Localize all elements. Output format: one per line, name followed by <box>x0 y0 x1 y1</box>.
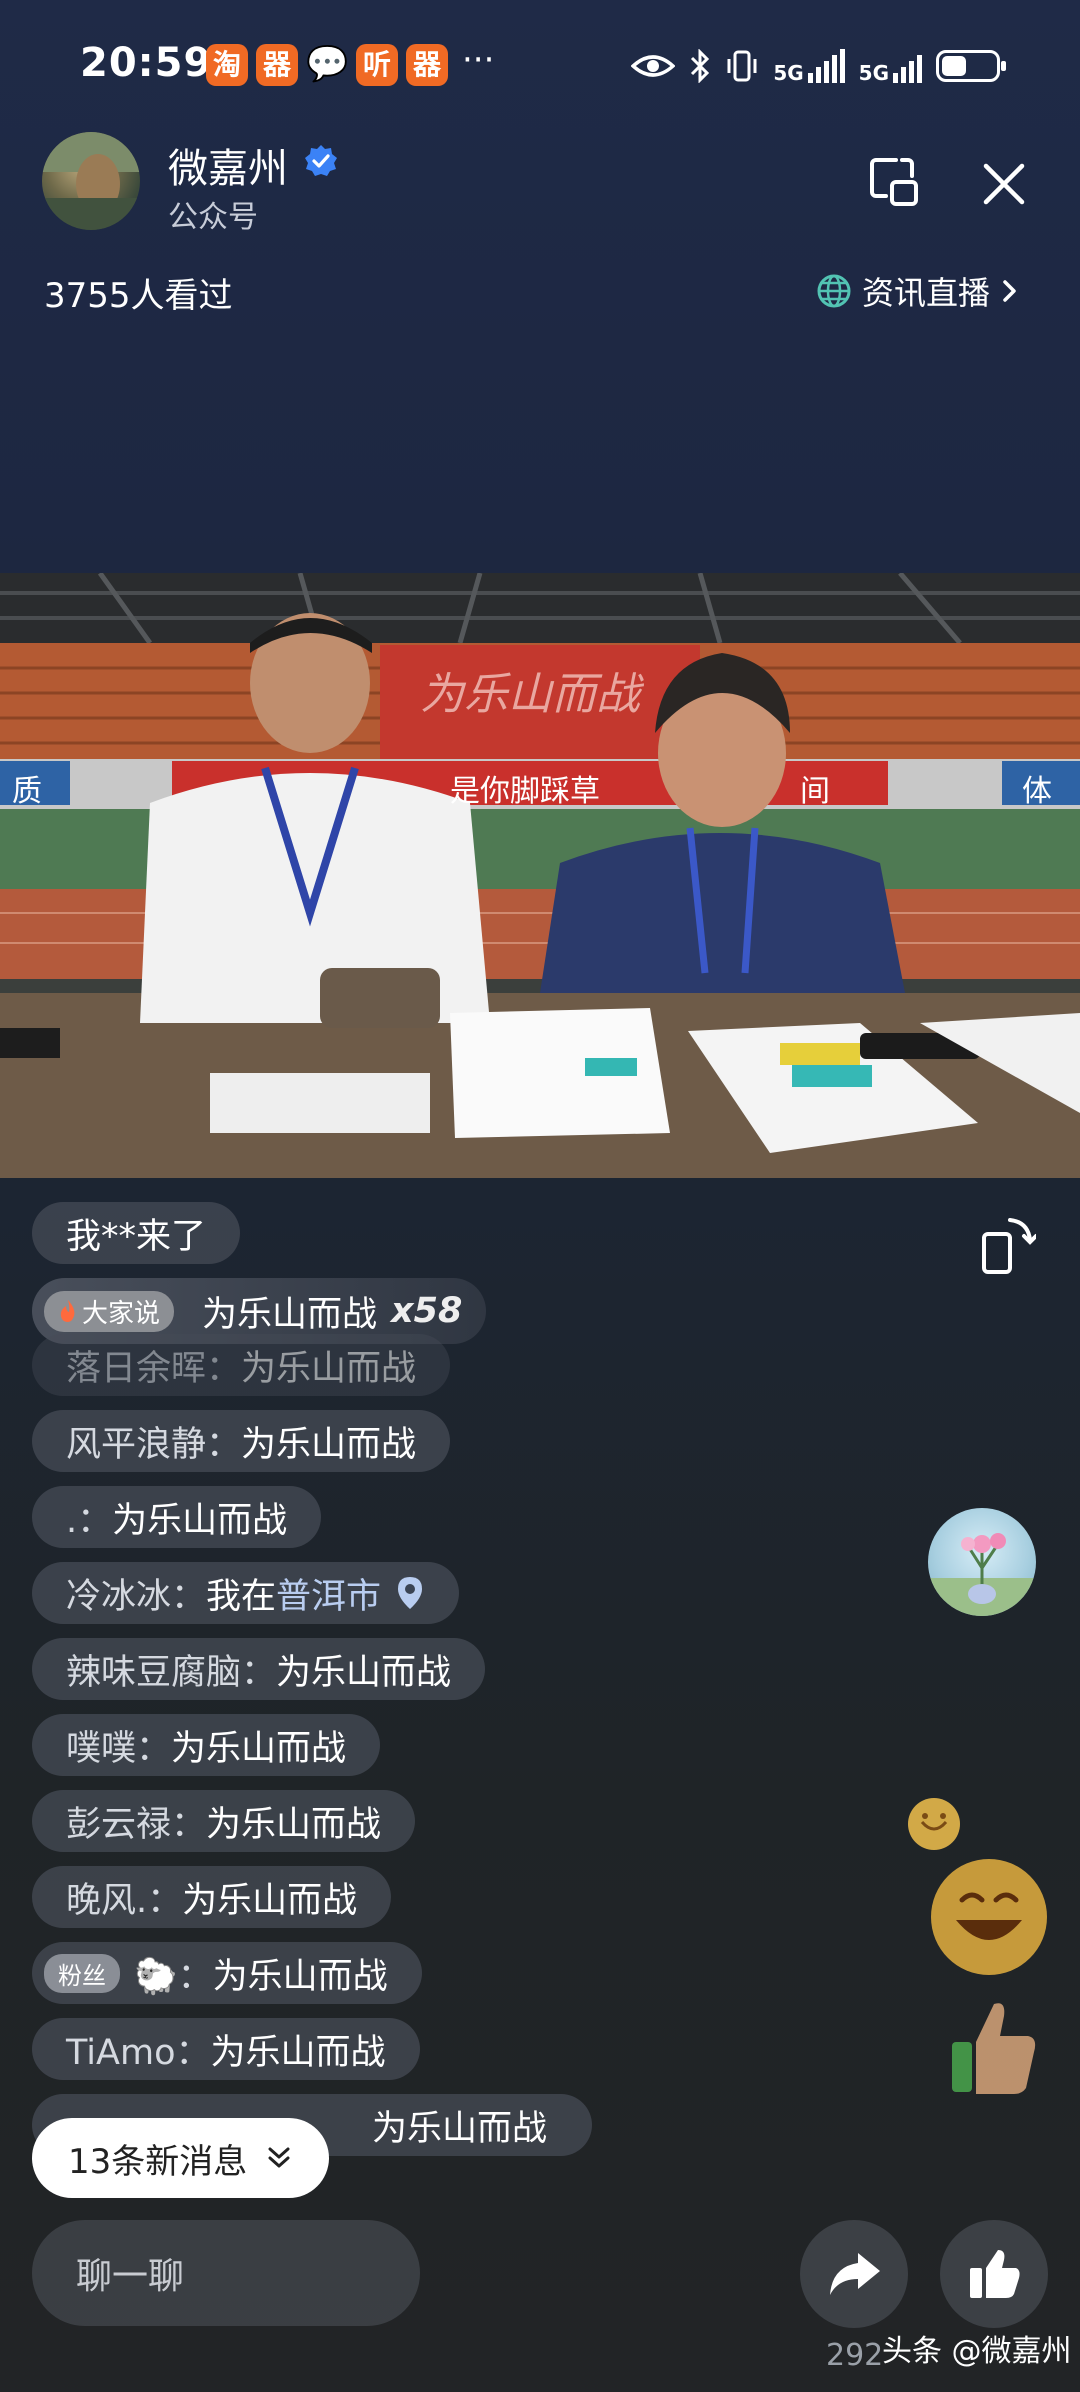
vibrate-icon <box>727 50 757 82</box>
close-icon[interactable] <box>974 154 1034 214</box>
stands-slogan: 为乐山而战 <box>420 669 640 720</box>
watermark: 头条 @微嘉州 <box>882 2334 1072 2369</box>
chat-message: 粉丝 🐑： 为乐山而战 <box>32 1942 422 2004</box>
status-bar: 20:59 淘 器 💬 听 器 ··· 5G 5G <box>0 0 1080 130</box>
chevron-down-double-icon <box>268 2147 290 2168</box>
emoji-reaction-icon <box>908 1798 960 1850</box>
chat-message: 冷冰冰： 我在 普洱市 <box>32 1562 460 1624</box>
status-icons: 5G 5G <box>631 44 1006 88</box>
like-counter: 292 <box>826 2338 884 2373</box>
flame-icon <box>60 1300 75 1322</box>
chat-message: TiAmo： 为乐山而战 <box>32 2018 420 2080</box>
wechat-notification-icon: 💬 <box>306 44 349 84</box>
thumbs-up-icon <box>970 2250 1020 2298</box>
new-messages-button[interactable]: 13条新消息 <box>32 2118 330 2198</box>
banner-text-right: 间 <box>800 774 830 809</box>
taobao-notification-icon: 淘 <box>206 44 248 86</box>
like-button[interactable] <box>940 2220 1048 2328</box>
thumbs-up-reaction-icon <box>952 2003 1036 2094</box>
share-button[interactable] <box>800 2220 908 2328</box>
flower-image <box>928 1533 1036 1616</box>
battery-icon <box>936 50 1006 82</box>
fan-badge: 粉丝 <box>44 1953 120 1993</box>
live-video-player[interactable]: 质 是你脚踩草 间 体 为乐山而战 <box>0 573 1080 1178</box>
eye-icon <box>631 55 676 77</box>
picture-in-picture-icon[interactable] <box>866 154 922 210</box>
hot-tag: 大家说 <box>44 1290 175 1332</box>
status-time: 20:59 <box>80 40 213 86</box>
more-notifications-icon: ··· <box>462 40 495 80</box>
chat-message: 彭云禄： 为乐山而战 <box>32 1790 416 1852</box>
chat-message: .： 为乐山而战 <box>32 1486 322 1548</box>
chat-message: 落日余晖： 为乐山而战 <box>32 1334 451 1396</box>
category-label: 资讯直播 <box>861 274 990 312</box>
banner-text: 是你脚踩草 <box>450 774 600 809</box>
share-icon <box>830 2253 880 2295</box>
chevron-right-icon <box>1003 280 1016 302</box>
signal-icon-1: 5G <box>773 49 845 83</box>
bluetooth-icon <box>691 49 710 83</box>
globe-icon <box>817 274 851 308</box>
chat-message: 噗噗： 为乐山而战 <box>32 1714 381 1776</box>
verified-icon <box>305 145 337 176</box>
chat-message: 风平浪静： 为乐山而战 <box>32 1410 451 1472</box>
channel-name[interactable]: 微嘉州 <box>168 136 288 194</box>
location-pin-icon <box>398 1577 423 1609</box>
chat-message: 辣味豆腐脑： 为乐山而战 <box>32 1638 486 1700</box>
avatar-image <box>42 132 140 230</box>
banner-sign-right: 体 <box>1022 774 1052 809</box>
rotate-screen-icon[interactable] <box>980 1214 1036 1276</box>
signal-icon-2: 5G <box>859 49 922 83</box>
viewer-count: 3755人看过 <box>44 276 233 316</box>
channel-avatar[interactable] <box>42 132 140 230</box>
live-category-link[interactable]: 资讯直播 <box>816 268 1020 314</box>
banner-sign-left: 质 <box>12 774 42 809</box>
listen-notification-icon: 听 <box>356 44 398 86</box>
channel-type-label: 公众号 <box>168 200 258 235</box>
host-avatar[interactable] <box>928 1508 1036 1616</box>
chat-input[interactable]: 聊一聊 <box>32 2220 420 2326</box>
chat-message: 晚风.： 为乐山而战 <box>32 1866 392 1928</box>
app-notification-icon-2: 器 <box>406 44 448 86</box>
chat-message: 我** 来了 <box>32 1202 241 1264</box>
laughing-emoji-icon <box>931 1859 1047 1975</box>
app-notification-icon: 器 <box>256 44 298 86</box>
